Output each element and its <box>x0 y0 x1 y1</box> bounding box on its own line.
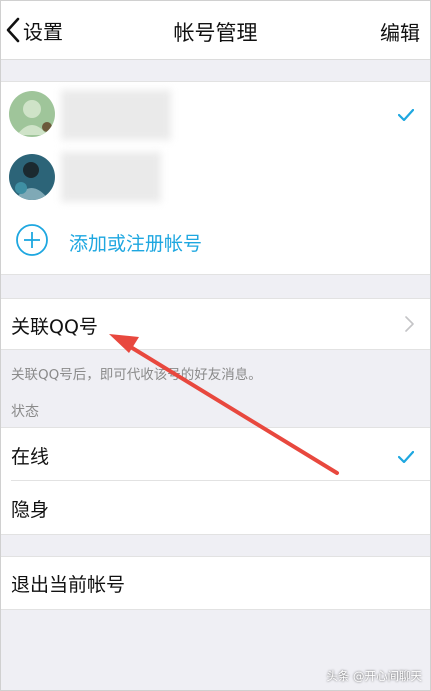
link-qq-row[interactable]: 关联QQ号 <box>1 298 430 350</box>
page-title: 帐号管理 <box>173 21 258 45</box>
status-option-invisible[interactable]: 隐身 <box>1 481 430 533</box>
chevron-right-icon <box>405 316 414 336</box>
add-account-button[interactable]: 添加或注册帐号 <box>1 210 430 270</box>
status-option-label: 隐身 <box>11 499 50 521</box>
phone-screen: 设置 帐号管理 编辑 添加或注册帐号 关联QQ号 关联QQ号后，即可代收该号的好… <box>0 0 431 691</box>
logout-button[interactable]: 退出当前帐号 <box>1 556 430 610</box>
link-qq-label: 关联QQ号 <box>11 316 98 338</box>
logout-label: 退出当前帐号 <box>11 574 126 596</box>
redacted-account-info <box>61 152 161 202</box>
link-qq-hint: 关联QQ号后，即可代收该号的好友消息。 <box>11 367 262 383</box>
add-account-label: 添加或注册帐号 <box>69 233 203 255</box>
watermark: 头条 @开心间聊天 <box>326 669 422 683</box>
status-option-label: 在线 <box>11 446 50 468</box>
plus-circle-icon <box>15 223 49 261</box>
checkmark-icon <box>397 448 415 467</box>
account-item-current[interactable] <box>1 82 430 146</box>
account-item-secondary[interactable] <box>1 146 430 210</box>
redacted-account-info <box>61 90 171 140</box>
navigation-bar: 设置 帐号管理 编辑 <box>1 1 430 60</box>
checkmark-icon <box>397 106 415 125</box>
status-options: 在线 隐身 <box>1 427 430 535</box>
accounts-list: 添加或注册帐号 <box>1 81 430 275</box>
status-option-online[interactable]: 在线 <box>1 428 430 480</box>
avatar <box>9 91 55 137</box>
status-section-label: 状态 <box>11 404 39 420</box>
avatar <box>9 154 55 200</box>
edit-button[interactable]: 编辑 <box>380 17 420 46</box>
